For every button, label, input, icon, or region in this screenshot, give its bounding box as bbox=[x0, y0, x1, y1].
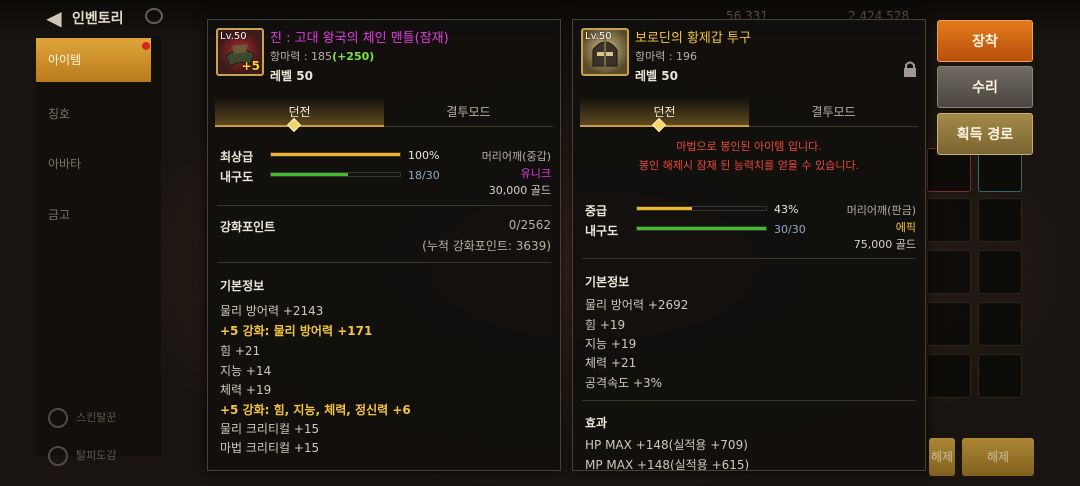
bottom-action-right[interactable]: 해제 bbox=[962, 438, 1034, 476]
back-arrow-icon[interactable]: ◀ bbox=[42, 6, 66, 30]
basic-info-title: 기본정보 bbox=[585, 275, 630, 289]
item-level-badge: Lv.50 bbox=[220, 31, 247, 42]
magic-defense: 항마력 : 196 bbox=[635, 50, 698, 63]
grade-percent: 43% bbox=[774, 203, 799, 216]
tooltip-header: Lv.50 보로딘의 황제갑 투구 항마력 : 196 레벨 50 bbox=[573, 20, 925, 92]
divider bbox=[582, 400, 916, 401]
sidebar-item-items[interactable]: 아이템 bbox=[36, 38, 151, 82]
divider bbox=[217, 205, 551, 206]
grade-label: 중급 bbox=[585, 204, 608, 218]
rarity-label: 유니크 bbox=[520, 167, 551, 180]
tooltip-compare-item: Lv.50 보로딘의 황제갑 투구 항마력 : 196 레벨 50 던전 결투모… bbox=[572, 19, 926, 471]
item-level: 레벨 50 bbox=[635, 69, 678, 83]
grade-bar bbox=[636, 206, 767, 211]
repair-button[interactable]: 수리 bbox=[937, 66, 1033, 108]
stat-line: 힘 +21 bbox=[220, 344, 261, 358]
item-level-badge: Lv.50 bbox=[585, 31, 612, 42]
sidebar-bottom-a-label: 스킨탈꾼 bbox=[76, 411, 117, 424]
codex-icon bbox=[48, 446, 68, 466]
divider bbox=[582, 258, 916, 259]
inventory-slot[interactable] bbox=[978, 354, 1022, 398]
item-level: 레벨 50 bbox=[270, 69, 313, 83]
grade-bar-fill bbox=[271, 153, 400, 156]
tab-pvp[interactable]: 결투모드 bbox=[384, 97, 553, 127]
stat-line: 지능 +19 bbox=[585, 337, 637, 351]
sealed-warning: 마법으로 봉인된 아이템 입니다. bbox=[676, 140, 822, 153]
inventory-slot[interactable] bbox=[927, 302, 971, 346]
stat-line: 물리 크리티컬 +15 bbox=[220, 422, 320, 436]
sidebar-bottom-b-label: 탈피도감 bbox=[76, 449, 117, 462]
item-name: 보로딘의 황제갑 투구 bbox=[635, 31, 751, 46]
inventory-slot[interactable] bbox=[927, 354, 971, 398]
reinforce-value: 0/2562 bbox=[508, 218, 551, 232]
lock-icon bbox=[904, 61, 916, 77]
durability-bar-fill bbox=[271, 173, 349, 176]
inventory-title: 인벤토리 bbox=[72, 11, 124, 27]
slot-type: 머리어깨(중갑) bbox=[481, 150, 551, 163]
durability-bar bbox=[636, 226, 767, 231]
equip-button[interactable]: 장착 bbox=[937, 20, 1033, 62]
durability-value: 30/30 bbox=[774, 223, 806, 236]
tooltip-equipped-item: Lv.50 +5 진 : 고대 왕국의 체인 맨틀(잠재) 항마력 : 185(… bbox=[207, 19, 561, 471]
stat-line: 지능 +14 bbox=[220, 364, 272, 378]
sell-price: 30,000 골드 bbox=[488, 184, 551, 197]
stat-line: 마법 크리티컬 +15 bbox=[220, 441, 320, 455]
grade-label: 최상급 bbox=[220, 150, 254, 164]
bottom-action-left[interactable]: 해제 bbox=[929, 438, 955, 476]
tooltip-header: Lv.50 +5 진 : 고대 왕국의 체인 맨틀(잠재) 항마력 : 185(… bbox=[208, 20, 560, 92]
sell-price: 75,000 골드 bbox=[853, 238, 916, 251]
effect-line: HP MAX +148(실적용 +709) bbox=[585, 438, 748, 452]
magic-defense-label: 항마력 : 185 bbox=[270, 50, 333, 63]
mode-tabs: 던전 결투모드 bbox=[580, 97, 918, 127]
slot-type: 머리어깨(판금) bbox=[846, 204, 916, 217]
inventory-slot[interactable] bbox=[978, 198, 1022, 242]
eye-icon[interactable] bbox=[145, 8, 163, 24]
inventory-slot[interactable] bbox=[927, 250, 971, 294]
notification-dot bbox=[142, 42, 150, 50]
grade-bar-fill bbox=[637, 207, 693, 210]
reinforce-badge: +5 bbox=[241, 59, 260, 73]
stat-line: 물리 방어력 +2692 bbox=[585, 298, 689, 312]
inventory-slot[interactable] bbox=[927, 198, 971, 242]
sidebar-item-avatar[interactable]: 아바타 bbox=[36, 142, 151, 186]
stat-line: 체력 +21 bbox=[585, 356, 637, 370]
grade-bar bbox=[270, 152, 401, 157]
item-name: 진 : 고대 왕국의 체인 맨틀(잠재) bbox=[270, 31, 449, 46]
item-icon-helmet: Lv.50 bbox=[581, 28, 629, 76]
item-icon-mantle: Lv.50 +5 bbox=[216, 28, 264, 76]
durability-value: 18/30 bbox=[408, 169, 440, 182]
sealed-warning-detail: 봉인 해제시 잠재 된 능력치를 얻을 수 있습니다. bbox=[638, 159, 860, 172]
stat-line-reinforce: +5 강화: 물리 방어력 +171 bbox=[220, 324, 373, 338]
skin-icon bbox=[48, 408, 68, 428]
effect-title: 효과 bbox=[585, 416, 608, 430]
sidebar-item-vault[interactable]: 금고 bbox=[36, 193, 151, 237]
acquire-route-button[interactable]: 획득 경로 bbox=[937, 113, 1033, 155]
durability-label: 내구도 bbox=[585, 224, 619, 238]
stat-line: 힘 +19 bbox=[585, 318, 626, 332]
reinforce-label: 강화포인트 bbox=[220, 220, 276, 234]
basic-info-title: 기본정보 bbox=[220, 279, 265, 293]
stat-line: 물리 방어력 +2143 bbox=[220, 304, 324, 318]
sidebar-item-titles[interactable]: 칭호 bbox=[36, 92, 151, 136]
sidebar-bottom-b[interactable]: 탈피도감 bbox=[48, 446, 116, 466]
durability-bar-fill bbox=[637, 227, 766, 230]
inventory-slot[interactable] bbox=[978, 250, 1022, 294]
magic-defense: 항마력 : 185(+250) bbox=[270, 48, 374, 64]
reinforce-total: (누적 강화포인트: 3639) bbox=[422, 239, 551, 253]
mode-tabs: 던전 결투모드 bbox=[215, 97, 553, 127]
tab-pvp[interactable]: 결투모드 bbox=[749, 97, 918, 127]
stat-line: 공격속도 +3% bbox=[585, 376, 663, 390]
effect-line: MP MAX +148(실적용 +615) bbox=[585, 458, 750, 471]
durability-label: 내구도 bbox=[220, 170, 254, 184]
stat-line-reinforce: +5 강화: 힘, 지능, 체력, 정신력 +6 bbox=[220, 403, 411, 417]
magic-defense-bonus: (+250) bbox=[332, 50, 375, 63]
inventory-slot[interactable] bbox=[978, 302, 1022, 346]
divider bbox=[217, 262, 551, 263]
durability-bar bbox=[270, 172, 401, 177]
stat-line: 체력 +19 bbox=[220, 383, 272, 397]
sidebar-bottom-a[interactable]: 스킨탈꾼 bbox=[48, 408, 116, 428]
rarity-label: 에픽 bbox=[895, 221, 916, 234]
grade-percent: 100% bbox=[408, 149, 440, 162]
